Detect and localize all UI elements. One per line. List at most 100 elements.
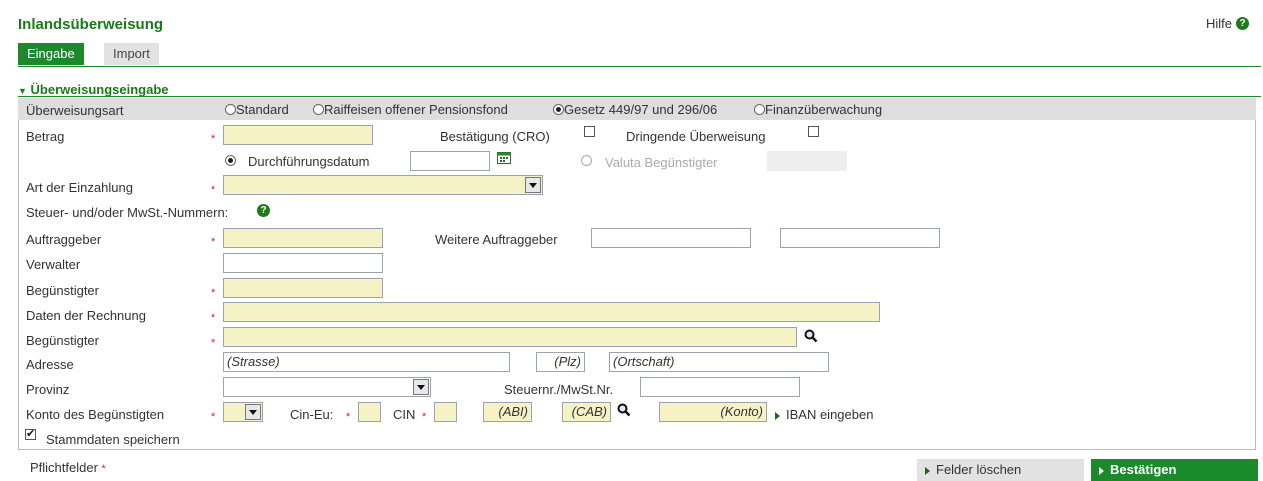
radio-icon[interactable] xyxy=(581,155,592,166)
chevron-down-icon[interactable] xyxy=(413,379,429,395)
verwalter-input[interactable] xyxy=(223,253,383,273)
required-mark: * xyxy=(211,411,216,423)
radio-standard[interactable]: Standard xyxy=(225,102,289,117)
help-icon[interactable]: ? xyxy=(257,204,270,217)
radio-icon[interactable] xyxy=(313,104,324,115)
beguenstigter-label: Begünstigter xyxy=(26,283,99,298)
section-toggle[interactable]: ▼ Überweisungseingabe xyxy=(18,82,169,97)
durchfuehrung-date-input[interactable] xyxy=(410,151,490,171)
section-divider xyxy=(18,96,1261,97)
chevron-down-icon[interactable] xyxy=(525,177,541,193)
cab-input[interactable]: (CAB) xyxy=(562,402,611,422)
required-mark: * xyxy=(422,411,427,423)
beguenstigter-name-input[interactable] xyxy=(223,327,797,347)
iban-link[interactable]: IBAN eingeben xyxy=(775,407,873,422)
konto-country-select[interactable] xyxy=(223,402,263,422)
required-mark: * xyxy=(346,411,351,423)
arrow-right-icon xyxy=(1099,466,1104,475)
daten-rechnung-label: Daten der Rechnung xyxy=(26,308,146,323)
verwalter-label: Verwalter xyxy=(26,257,81,272)
dringend-label: Dringende Überweisung xyxy=(626,129,766,144)
radio-raiffeisen-label: Raiffeisen offener Pensionsfond xyxy=(324,102,508,117)
plz-input[interactable]: (Plz) xyxy=(536,352,585,372)
art-einzahlung-select[interactable] xyxy=(223,175,543,195)
pflichtfelder-label: Pflichtfelder xyxy=(30,460,98,475)
radio-gesetz[interactable]: Gesetz 449/97 und 296/06 xyxy=(553,102,717,117)
required-mark: * xyxy=(211,312,216,324)
valuta-input xyxy=(767,151,847,171)
ortschaft-input[interactable]: (Ortschaft) xyxy=(609,352,829,372)
valuta-label: Valuta Begünstigter xyxy=(605,155,718,170)
daten-rechnung-input[interactable] xyxy=(223,302,880,322)
bestaetigung-checkbox[interactable] xyxy=(584,126,595,137)
durchfuehrung-label: Durchführungsdatum xyxy=(248,154,370,169)
art-einzahlung-label: Art der Einzahlung xyxy=(26,180,133,195)
beguenstigter-name-label: Begünstigter xyxy=(26,333,99,348)
radio-icon[interactable] xyxy=(225,104,236,115)
pflichtfelder-legend: Pflichtfelder * xyxy=(30,460,106,475)
arrow-right-icon xyxy=(775,411,780,420)
tab-import[interactable]: Import xyxy=(104,43,159,65)
auftraggeber-input[interactable] xyxy=(223,228,383,248)
cin-eu-label: Cin-Eu: xyxy=(290,407,334,422)
konto-label: Konto des Begünstigten xyxy=(26,407,165,422)
auftraggeber-label: Auftraggeber xyxy=(26,232,102,247)
cin-input[interactable] xyxy=(434,402,457,422)
steuernr-input[interactable] xyxy=(640,377,800,397)
stammdaten-label: Stammdaten speichern xyxy=(46,432,180,447)
required-mark: * xyxy=(101,463,106,475)
clear-fields-button[interactable]: Felder löschen xyxy=(917,459,1084,481)
arrow-right-icon xyxy=(925,466,930,475)
required-mark: * xyxy=(211,184,216,196)
help-link[interactable]: Hilfe ? xyxy=(1206,16,1249,31)
chevron-down-icon[interactable] xyxy=(245,404,261,420)
abi-input[interactable]: (ABI) xyxy=(483,402,532,422)
adresse-label: Adresse xyxy=(26,357,74,372)
radio-standard-label: Standard xyxy=(236,102,289,117)
radio-finanz-label: Finanzüberwachung xyxy=(765,102,883,117)
valuta-radio[interactable] xyxy=(581,153,592,168)
help-label: Hilfe xyxy=(1205,16,1232,31)
stammdaten-checkbox[interactable] xyxy=(25,427,36,440)
provinz-select[interactable] xyxy=(223,377,431,397)
transfer-type-label: Überweisungsart xyxy=(26,103,124,118)
betrag-label: Betrag xyxy=(26,129,65,144)
betrag-input[interactable] xyxy=(223,125,373,145)
tab-divider xyxy=(18,66,1261,67)
cin-label: CIN xyxy=(393,407,416,422)
durchfuehrung-radio[interactable] xyxy=(225,153,236,168)
collapse-icon: ▼ xyxy=(18,86,27,96)
calendar-icon[interactable] xyxy=(497,151,511,164)
radio-icon[interactable] xyxy=(553,104,564,115)
weitere-auftraggeber-label: Weitere Auftraggeber xyxy=(435,232,558,247)
iban-label: IBAN eingeben xyxy=(786,407,874,422)
radio-icon[interactable] xyxy=(754,104,765,115)
strasse-input[interactable]: (Strasse) xyxy=(223,352,510,372)
confirm-label: Bestätigen xyxy=(1110,462,1177,477)
radio-raiffeisen[interactable]: Raiffeisen offener Pensionsfond xyxy=(313,102,508,117)
beguenstigter-input[interactable] xyxy=(223,278,383,298)
required-mark: * xyxy=(211,133,216,145)
cin-eu-input[interactable] xyxy=(358,402,381,422)
weitere-auftraggeber-input-1[interactable] xyxy=(591,228,751,248)
search-icon[interactable] xyxy=(617,403,631,417)
radio-finanz[interactable]: Finanzüberwachung xyxy=(754,102,882,117)
bestaetigung-label: Bestätigung (CRO) xyxy=(440,129,550,144)
clear-fields-label: Felder löschen xyxy=(936,462,1022,477)
confirm-button[interactable]: Bestätigen xyxy=(1091,459,1258,481)
section-title: Überweisungseingabe xyxy=(30,82,169,97)
radio-icon[interactable] xyxy=(225,155,236,166)
required-mark: * xyxy=(211,236,216,248)
provinz-label: Provinz xyxy=(26,382,70,397)
radio-gesetz-label: Gesetz 449/97 und 296/06 xyxy=(564,102,718,117)
konto-input[interactable]: (Konto) xyxy=(659,402,767,422)
required-mark: * xyxy=(211,337,216,349)
search-icon[interactable] xyxy=(804,329,818,343)
dringend-checkbox[interactable] xyxy=(808,126,819,137)
help-icon[interactable]: ? xyxy=(1236,17,1249,30)
steuernr-label: Steuernr./MwSt.Nr. xyxy=(504,382,614,397)
weitere-auftraggeber-input-2[interactable] xyxy=(780,228,940,248)
tab-eingabe[interactable]: Eingabe xyxy=(18,43,84,65)
steuer-label: Steuer- und/oder MwSt.-Nummern: xyxy=(26,205,229,220)
page-title: Inlandsüberweisung xyxy=(18,16,164,33)
